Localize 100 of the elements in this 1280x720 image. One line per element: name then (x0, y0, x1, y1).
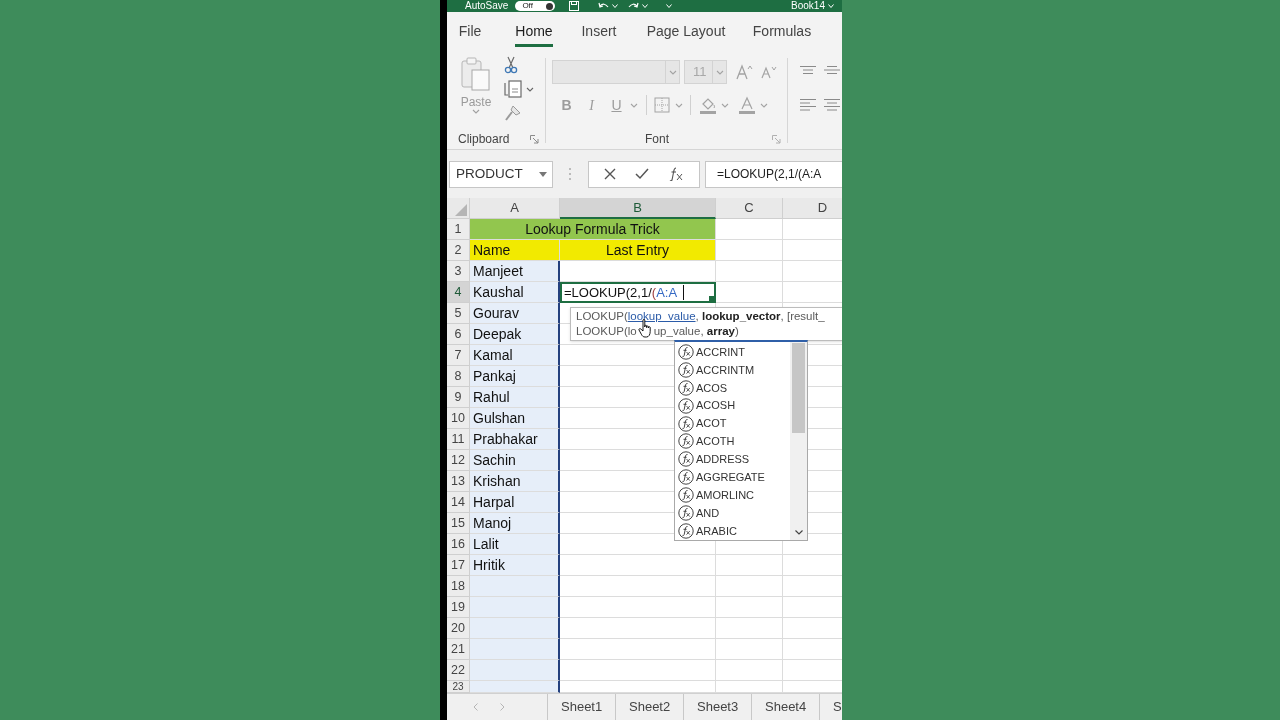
font-color-icon[interactable] (738, 96, 756, 114)
row-header[interactable]: 23 (447, 681, 470, 693)
insert-function-icon[interactable] (667, 167, 684, 181)
scroll-left-icon[interactable] (473, 703, 478, 711)
fill-handle-icon[interactable] (709, 296, 714, 301)
row-header[interactable]: 21 (447, 639, 470, 660)
row-header[interactable]: 14 (447, 492, 470, 513)
caret-icon[interactable] (642, 4, 649, 8)
chevron-down-icon[interactable] (760, 102, 768, 108)
sheet-cell: Krishan (470, 471, 560, 492)
sheet-cell: Gulshan (470, 408, 560, 429)
dropdown-arrow-icon[interactable] (539, 171, 547, 177)
row-header[interactable]: 13 (447, 471, 470, 492)
sheet-cell (716, 555, 783, 576)
sheet-cell (716, 639, 783, 660)
sheet-cell: Lalit (470, 534, 560, 555)
sheet-tab[interactable]: Sheet2 (616, 694, 684, 720)
row-header[interactable]: 2 (447, 240, 470, 261)
copy-icon[interactable] (504, 80, 522, 98)
row-header[interactable]: 15 (447, 513, 470, 534)
row-header[interactable]: 6 (447, 324, 470, 345)
active-cell[interactable]: =LOOKUP(2,1/(A:A (560, 282, 716, 303)
argument-link[interactable]: lookup_value (627, 309, 696, 324)
align-center-icon[interactable] (824, 98, 840, 111)
dialog-launcher-icon[interactable] (530, 134, 539, 144)
function-icon (678, 379, 694, 396)
document-title: Book14 (791, 1, 825, 11)
tooltip-text: LOOKUP(lo (576, 324, 637, 339)
select-all-button[interactable] (447, 198, 470, 219)
grow-font-icon[interactable] (736, 64, 754, 80)
row-header[interactable]: 1 (447, 219, 470, 240)
row-header[interactable]: 10 (447, 408, 470, 429)
sheet-cell: Pankaj (470, 366, 560, 387)
sheet-cell (716, 219, 783, 240)
sheet-cell: Manoj (470, 513, 560, 534)
sheet-cell: Deepak (470, 324, 560, 345)
save-icon[interactable] (569, 1, 580, 11)
row-header[interactable]: 5 (447, 303, 470, 324)
tooltip-text: LOOKUP( (576, 309, 628, 324)
row-header[interactable]: 8 (447, 366, 470, 387)
chevron-down-icon[interactable] (721, 102, 729, 108)
chevron-down-icon[interactable] (630, 102, 638, 108)
drag-handle-icon[interactable] (568, 167, 572, 181)
ribbon-tab[interactable]: Home (509, 12, 559, 52)
scissors-icon[interactable] (504, 56, 518, 74)
sheet-cell: Name (470, 240, 560, 261)
column-header[interactable]: C (716, 198, 783, 219)
row-header[interactable]: 11 (447, 429, 470, 450)
chevron-down-icon (526, 86, 534, 92)
row-header[interactable]: 4 (447, 282, 470, 303)
dialog-launcher-icon[interactable] (772, 134, 781, 144)
row-header[interactable]: 17 (447, 555, 470, 576)
redo-icon[interactable] (628, 1, 640, 11)
ribbon-tab[interactable]: File (452, 12, 488, 52)
name-box[interactable]: PRODUCT (449, 160, 553, 188)
sheet-tab[interactable]: Sheet3 (684, 694, 752, 720)
ribbon-tab[interactable]: Formulas (749, 12, 815, 52)
chevron-down-icon (715, 69, 724, 75)
row-header[interactable]: 22 (447, 660, 470, 681)
ribbon-tab[interactable]: Insert (575, 12, 623, 52)
shrink-font-icon[interactable] (761, 65, 778, 79)
sheet-cell: Gourav (470, 303, 560, 324)
autosave-toggle[interactable]: Off (515, 1, 556, 11)
scrollbar[interactable] (790, 342, 807, 540)
row-header[interactable]: 9 (447, 387, 470, 408)
fill-color-icon[interactable] (699, 96, 717, 114)
row-header[interactable]: 19 (447, 597, 470, 618)
align-left-icon[interactable] (800, 98, 816, 111)
column-header[interactable]: D (783, 198, 842, 219)
checkmark-icon[interactable] (635, 168, 649, 180)
scroll-right-icon[interactable] (500, 703, 505, 711)
chevron-down-icon[interactable] (675, 102, 683, 108)
sheet-cell (716, 618, 783, 639)
caret-icon[interactable] (612, 4, 619, 8)
sheet-cell (716, 240, 783, 261)
sheet-tab[interactable]: Sheet4 (752, 694, 820, 720)
row-header[interactable]: 3 (447, 261, 470, 282)
close-icon[interactable] (604, 168, 617, 180)
scrollbar-thumb[interactable] (792, 343, 805, 433)
row-header[interactable]: 12 (447, 450, 470, 471)
row-header[interactable]: 7 (447, 345, 470, 366)
row-header[interactable]: 16 (447, 534, 470, 555)
sheet-cell: Manjeet (470, 261, 560, 282)
formula-field[interactable]: =LOOKUP(2,1/(A:A (705, 160, 842, 188)
sheet-tab[interactable]: S (820, 694, 842, 720)
column-header[interactable]: B (560, 198, 716, 219)
column-header[interactable]: A (470, 198, 560, 219)
paintbrush-icon[interactable] (504, 104, 522, 122)
sheet-cell: Last Entry (560, 240, 716, 261)
row-header[interactable]: 18 (447, 576, 470, 597)
sheet-tab[interactable]: Sheet1 (548, 694, 616, 720)
toggle-knob-icon (546, 2, 554, 10)
undo-icon[interactable] (598, 1, 610, 11)
row-header[interactable]: 20 (447, 618, 470, 639)
borders-icon[interactable] (654, 97, 670, 113)
ribbon-tab[interactable]: Page Layout (642, 12, 730, 52)
scroll-down-icon[interactable] (794, 530, 803, 535)
caret-icon[interactable] (666, 4, 673, 8)
caret-icon[interactable] (828, 4, 834, 8)
triangle-icon (455, 204, 467, 216)
